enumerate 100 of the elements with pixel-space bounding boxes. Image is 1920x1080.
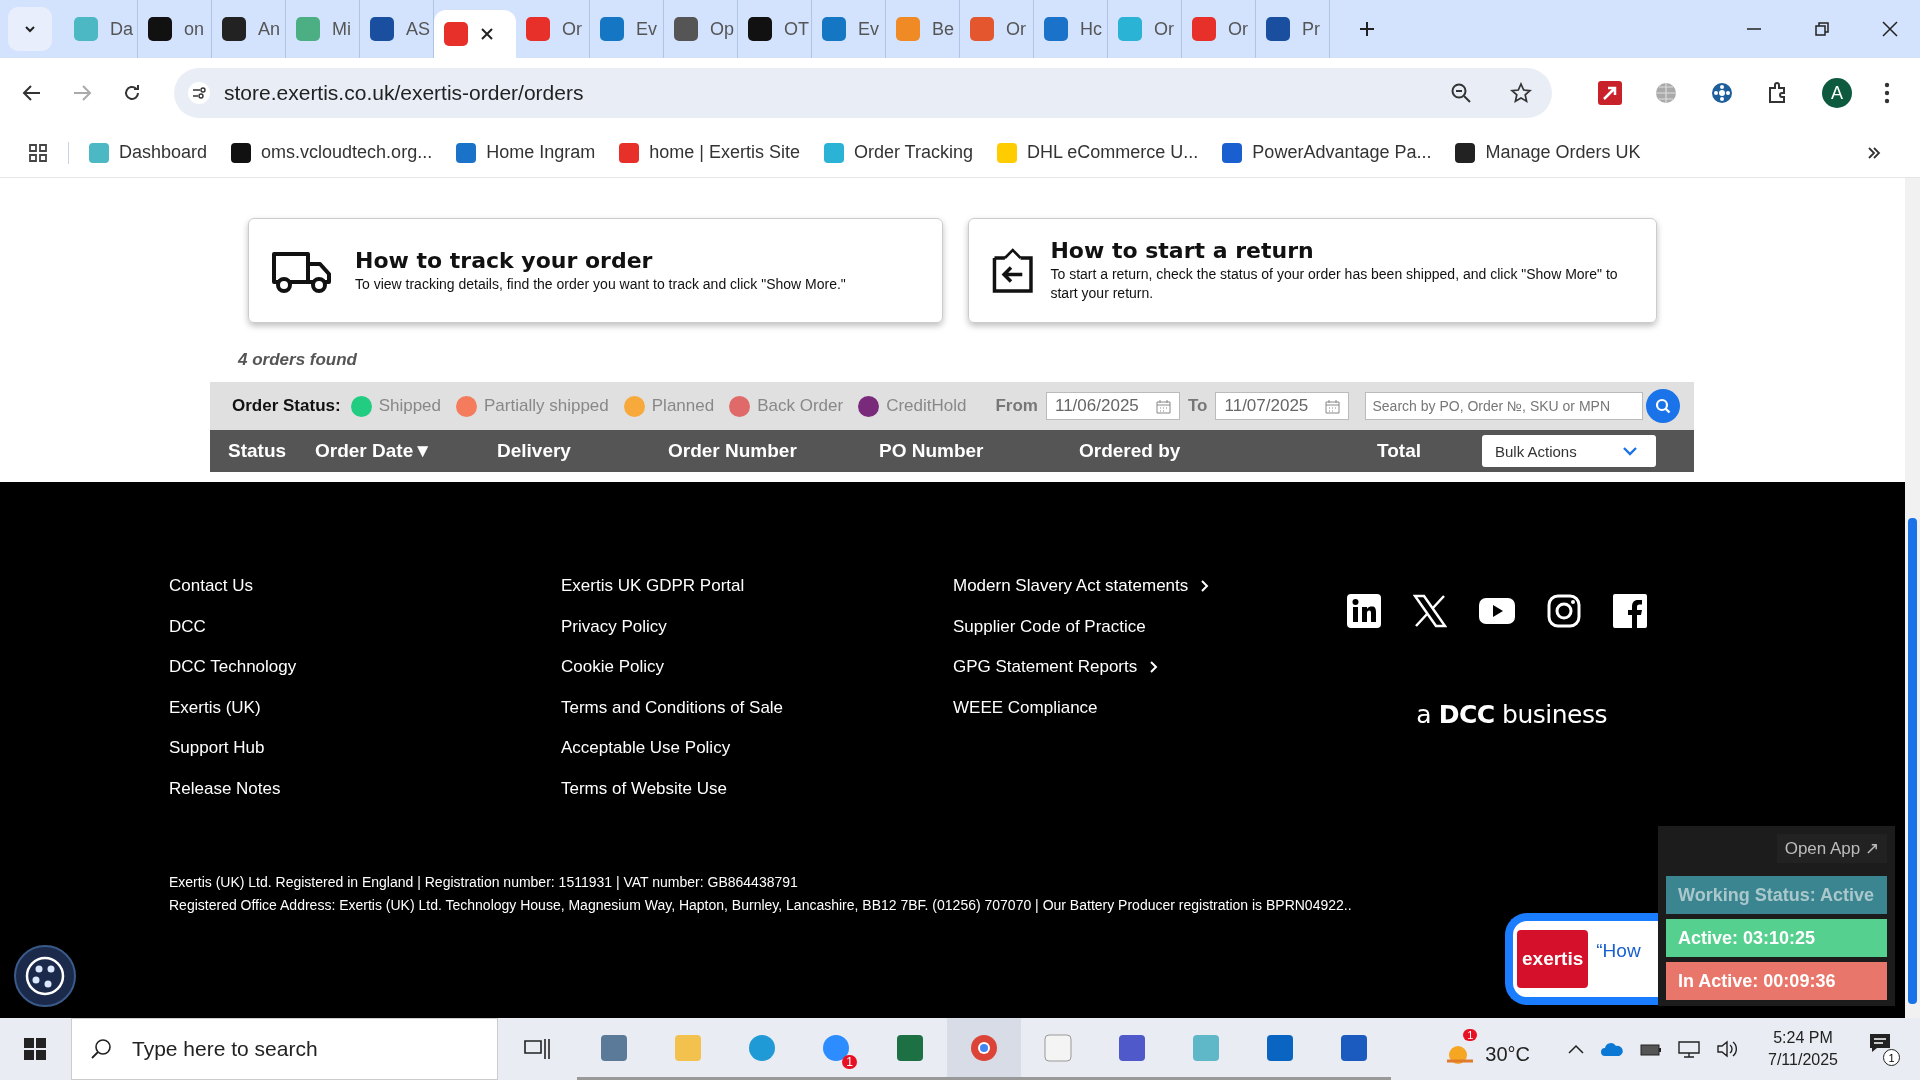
cloud-icon[interactable]	[1600, 1041, 1624, 1057]
footer-link[interactable]: GPG Statement Reports	[953, 655, 1345, 680]
bookmark[interactable]: home | Exertis Site	[619, 142, 800, 163]
tab-title: An	[258, 18, 281, 40]
chat-widget[interactable]: exertis “How	[1505, 913, 1658, 1005]
filter-label: Order Status:	[232, 396, 341, 416]
battery-icon[interactable]	[1640, 1041, 1662, 1057]
status-label: Partially shipped	[484, 396, 609, 416]
apps-grid-icon[interactable]	[28, 142, 48, 163]
status-label: CreditHold	[886, 396, 967, 416]
footer-link[interactable]: Exertis (UK)	[169, 695, 561, 721]
instagram-icon[interactable]	[1547, 594, 1581, 628]
taskbar-search-field[interactable]: Type here to search	[71, 1018, 498, 1080]
status-label: Shipped	[378, 396, 442, 416]
menu-icon[interactable]	[1884, 82, 1890, 104]
bookmark[interactable]: Manage Orders UK	[1455, 142, 1641, 163]
bookmark[interactable]: Home Ingram	[456, 142, 596, 163]
search-field[interactable]: Search by PO, Order №, SKU or MPN	[1365, 392, 1644, 420]
reload-icon[interactable]	[122, 83, 142, 103]
footer-link[interactable]: Acceptable Use Policy	[561, 736, 953, 761]
dcc-business-logo: a DCC business	[1416, 700, 1607, 729]
footer-link[interactable]: WEEE Compliance	[953, 695, 1345, 721]
tracker-status: In Active: 00:09:36	[1666, 962, 1887, 1000]
column-header[interactable]: Total	[1377, 440, 1429, 462]
tab-title: Mi	[332, 18, 351, 40]
taskbar-app[interactable]	[947, 1018, 1021, 1080]
column-header[interactable]: Order Number	[668, 440, 879, 462]
footer-link[interactable]: Cookie Policy	[561, 655, 953, 680]
exertis-logo: exertis	[1517, 930, 1589, 988]
column-header[interactable]: PO Number	[879, 440, 1079, 462]
footer-link[interactable]: Support Hub	[169, 736, 561, 761]
youtube-icon[interactable]	[1479, 598, 1515, 624]
chevron-down-icon[interactable]	[1622, 446, 1638, 456]
footer-link[interactable]: Contact Us	[169, 574, 561, 599]
to-label: To	[1187, 396, 1208, 416]
card-description: To start a return, check the status of your order has been shipped, and click "Show More" to start your return.	[1050, 265, 1619, 303]
address-bar[interactable]: store.exertis.co.uk/exertis-order/orders	[174, 68, 1552, 118]
star-icon[interactable]	[1510, 82, 1532, 104]
tab-title: AS	[406, 18, 430, 40]
footer-link[interactable]: Supplier Code of Practice	[953, 614, 1345, 640]
network-icon[interactable]	[1678, 1040, 1700, 1058]
windows-start-icon[interactable]	[24, 1038, 46, 1060]
search-button[interactable]	[1646, 389, 1680, 423]
close-icon[interactable]	[480, 27, 494, 41]
status-label: Planned	[651, 396, 715, 416]
footer-link[interactable]: Privacy Policy	[561, 614, 953, 640]
tracker-status: Working Status: Active	[1666, 876, 1887, 914]
notifications-button[interactable]: 1	[1868, 1032, 1900, 1066]
profile-avatar[interactable]: A	[1822, 78, 1852, 108]
taskbar-app[interactable]: 1	[799, 1018, 873, 1080]
footer-link[interactable]: Terms of Website Use	[561, 776, 953, 802]
from-label: From	[995, 396, 1038, 416]
notifications-icon[interactable]	[1868, 1032, 1892, 1054]
time: 5:24 PM	[1773, 1028, 1833, 1048]
extension-icon[interactable]	[1710, 81, 1734, 105]
open-app-button[interactable]: Open App ↗	[1776, 834, 1887, 863]
bookmark[interactable]: oms.vcloudtech.org...	[231, 142, 433, 163]
date-field[interactable]: 11/06/2025	[1045, 392, 1180, 420]
zoom-out-icon[interactable]	[1450, 82, 1472, 104]
search-icon	[90, 1038, 112, 1060]
facebook-icon[interactable]	[1613, 594, 1647, 628]
site-info-icon[interactable]	[188, 82, 210, 104]
arrow-extension-icon[interactable]	[1598, 81, 1622, 105]
linkedin-icon[interactable]	[1347, 594, 1381, 628]
chevron-right-icon[interactable]	[1149, 660, 1160, 675]
tab-title: on	[184, 18, 205, 40]
footer-link[interactable]: DCC Technology	[169, 655, 561, 680]
tab-title: Hc	[1080, 18, 1102, 40]
restore-icon[interactable]	[1814, 21, 1830, 37]
footer-link[interactable]: DCC	[169, 614, 561, 640]
bookmark[interactable]: Dashboard	[89, 142, 208, 163]
bulk-actions-dropdown[interactable]: Bulk Actions	[1482, 435, 1656, 467]
footer-link[interactable]: Exertis UK GDPR Portal	[561, 574, 953, 599]
footer-link[interactable]: Terms and Conditions of Sale	[561, 695, 953, 721]
more-bookmarks-icon[interactable]	[1866, 144, 1882, 161]
clock[interactable]: 5:24 PM 7/11/2025	[1768, 1027, 1838, 1071]
chevron-right-icon[interactable]	[1200, 579, 1211, 594]
column-header[interactable]: Delivery	[497, 440, 668, 462]
column-header[interactable]: Ordered by	[1079, 440, 1377, 462]
bookmark[interactable]: PowerAdvantage Pa...	[1222, 142, 1432, 163]
date-field[interactable]: 11/07/2025	[1215, 392, 1350, 420]
orders-count: 4 orders found	[238, 350, 358, 370]
footer-link[interactable]: Release Notes	[169, 776, 561, 802]
tracker-status: Active: 03:10:25	[1666, 919, 1887, 957]
volume-icon[interactable]	[1716, 1040, 1738, 1058]
close-icon[interactable]	[1882, 21, 1898, 37]
browser-tab[interactable]	[434, 10, 516, 58]
footer-link[interactable]: Modern Slavery Act statements	[953, 574, 1345, 599]
bookmark[interactable]: Order Tracking	[823, 142, 973, 163]
search-icon[interactable]	[1655, 398, 1671, 414]
column-header[interactable]: Order Date▼	[315, 440, 497, 462]
back-icon[interactable]	[22, 83, 42, 103]
column-header[interactable]: Status	[228, 440, 315, 462]
x-logo-icon[interactable]	[1413, 594, 1447, 628]
scrollbar[interactable]	[1905, 178, 1920, 1018]
chevron-up-icon[interactable]	[1568, 1044, 1584, 1054]
task-view-icon[interactable]	[524, 1038, 550, 1060]
weather-widget[interactable]: 1 30°C	[1445, 1029, 1530, 1069]
new-tab-icon[interactable]	[1358, 20, 1376, 38]
bookmark[interactable]: DHL eCommerce U...	[997, 142, 1199, 163]
